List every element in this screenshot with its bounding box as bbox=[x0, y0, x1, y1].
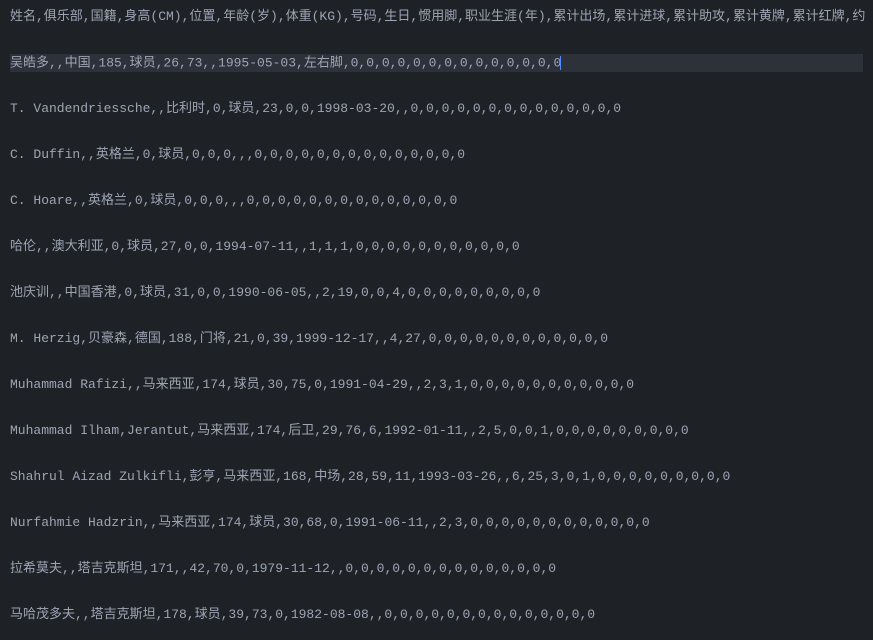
line-text: 池庆训,,中国香港,0,球员,31,0,0,1990-06-05,,2,19,0… bbox=[10, 285, 540, 300]
blank-line[interactable] bbox=[10, 118, 863, 146]
csv-data-line[interactable]: 哈伦,,澳大利亚,0,球员,27,0,0,1994-07-11,,1,1,1,0… bbox=[10, 238, 863, 256]
csv-data-line[interactable]: Nurfahmie Hadzrin,,马来西亚,174,球员,30,68,0,1… bbox=[10, 514, 863, 532]
blank-line[interactable] bbox=[10, 210, 863, 238]
csv-data-line[interactable]: Muhammad Rafizi,,马来西亚,174,球员,30,75,0,199… bbox=[10, 376, 863, 394]
line-text: 吴皓多,,中国,185,球员,26,73,,1995-05-03,左右脚,0,0… bbox=[10, 55, 561, 70]
line-text: T. Vandendriessche,,比利时,0,球员,23,0,0,1998… bbox=[10, 101, 621, 116]
blank-line[interactable] bbox=[10, 164, 863, 192]
blank-line[interactable] bbox=[10, 256, 863, 284]
csv-data-line[interactable]: 马哈茂多夫,,塔吉克斯坦,178,球员,39,73,0,1982-08-08,,… bbox=[10, 606, 863, 624]
blank-line[interactable] bbox=[10, 394, 863, 422]
blank-line[interactable] bbox=[10, 302, 863, 330]
csv-data-line[interactable]: C. Duffin,,英格兰,0,球员,0,0,0,,,0,0,0,0,0,0,… bbox=[10, 146, 863, 164]
blank-line[interactable] bbox=[10, 578, 863, 606]
line-text: C. Hoare,,英格兰,0,球员,0,0,0,,,0,0,0,0,0,0,0… bbox=[10, 193, 457, 208]
csv-data-line[interactable]: M. Herzig,贝豪森,德国,188,门将,21,0,39,1999-12-… bbox=[10, 330, 863, 348]
csv-data-line[interactable]: 池庆训,,中国香港,0,球员,31,0,0,1990-06-05,,2,19,0… bbox=[10, 284, 863, 302]
csv-data-line[interactable]: Muhammad Ilham,Jerantut,马来西亚,174,后卫,29,7… bbox=[10, 422, 863, 440]
text-cursor bbox=[560, 56, 561, 70]
csv-data-line[interactable]: T. Vandendriessche,,比利时,0,球员,23,0,0,1998… bbox=[10, 100, 863, 118]
text-editor[interactable]: 姓名,俱乐部,国籍,身高(CM),位置,年龄(岁),体重(KG),号码,生日,惯… bbox=[0, 0, 873, 632]
csv-header-line[interactable]: 姓名,俱乐部,国籍,身高(CM),位置,年龄(岁),体重(KG),号码,生日,惯… bbox=[10, 8, 863, 26]
line-text: M. Herzig,贝豪森,德国,188,门将,21,0,39,1999-12-… bbox=[10, 331, 608, 346]
blank-line[interactable] bbox=[10, 532, 863, 560]
line-text: 马哈茂多夫,,塔吉克斯坦,178,球员,39,73,0,1982-08-08,,… bbox=[10, 607, 595, 622]
line-text: Muhammad Rafizi,,马来西亚,174,球员,30,75,0,199… bbox=[10, 377, 634, 392]
blank-line[interactable] bbox=[10, 440, 863, 468]
line-text: C. Duffin,,英格兰,0,球员,0,0,0,,,0,0,0,0,0,0,… bbox=[10, 147, 465, 162]
csv-data-line[interactable]: 拉希莫夫,,塔吉克斯坦,171,,42,70,0,1979-11-12,,0,0… bbox=[10, 560, 863, 578]
csv-data-line[interactable]: Shahrul Aizad Zulkifli,彭亨,马来西亚,168,中场,28… bbox=[10, 468, 863, 486]
line-text: Muhammad Ilham,Jerantut,马来西亚,174,后卫,29,7… bbox=[10, 423, 689, 438]
line-text: Shahrul Aizad Zulkifli,彭亨,马来西亚,168,中场,28… bbox=[10, 469, 730, 484]
csv-data-line[interactable]: 吴皓多,,中国,185,球员,26,73,,1995-05-03,左右脚,0,0… bbox=[10, 54, 863, 72]
line-text: 姓名,俱乐部,国籍,身高(CM),位置,年龄(岁),体重(KG),号码,生日,惯… bbox=[10, 9, 865, 24]
blank-line[interactable] bbox=[10, 72, 863, 100]
line-text: Nurfahmie Hadzrin,,马来西亚,174,球员,30,68,0,1… bbox=[10, 515, 650, 530]
blank-line[interactable] bbox=[10, 486, 863, 514]
line-text: 拉希莫夫,,塔吉克斯坦,171,,42,70,0,1979-11-12,,0,0… bbox=[10, 561, 556, 576]
blank-line[interactable] bbox=[10, 348, 863, 376]
line-text: 哈伦,,澳大利亚,0,球员,27,0,0,1994-07-11,,1,1,1,0… bbox=[10, 239, 520, 254]
csv-data-line[interactable]: C. Hoare,,英格兰,0,球员,0,0,0,,,0,0,0,0,0,0,0… bbox=[10, 192, 863, 210]
